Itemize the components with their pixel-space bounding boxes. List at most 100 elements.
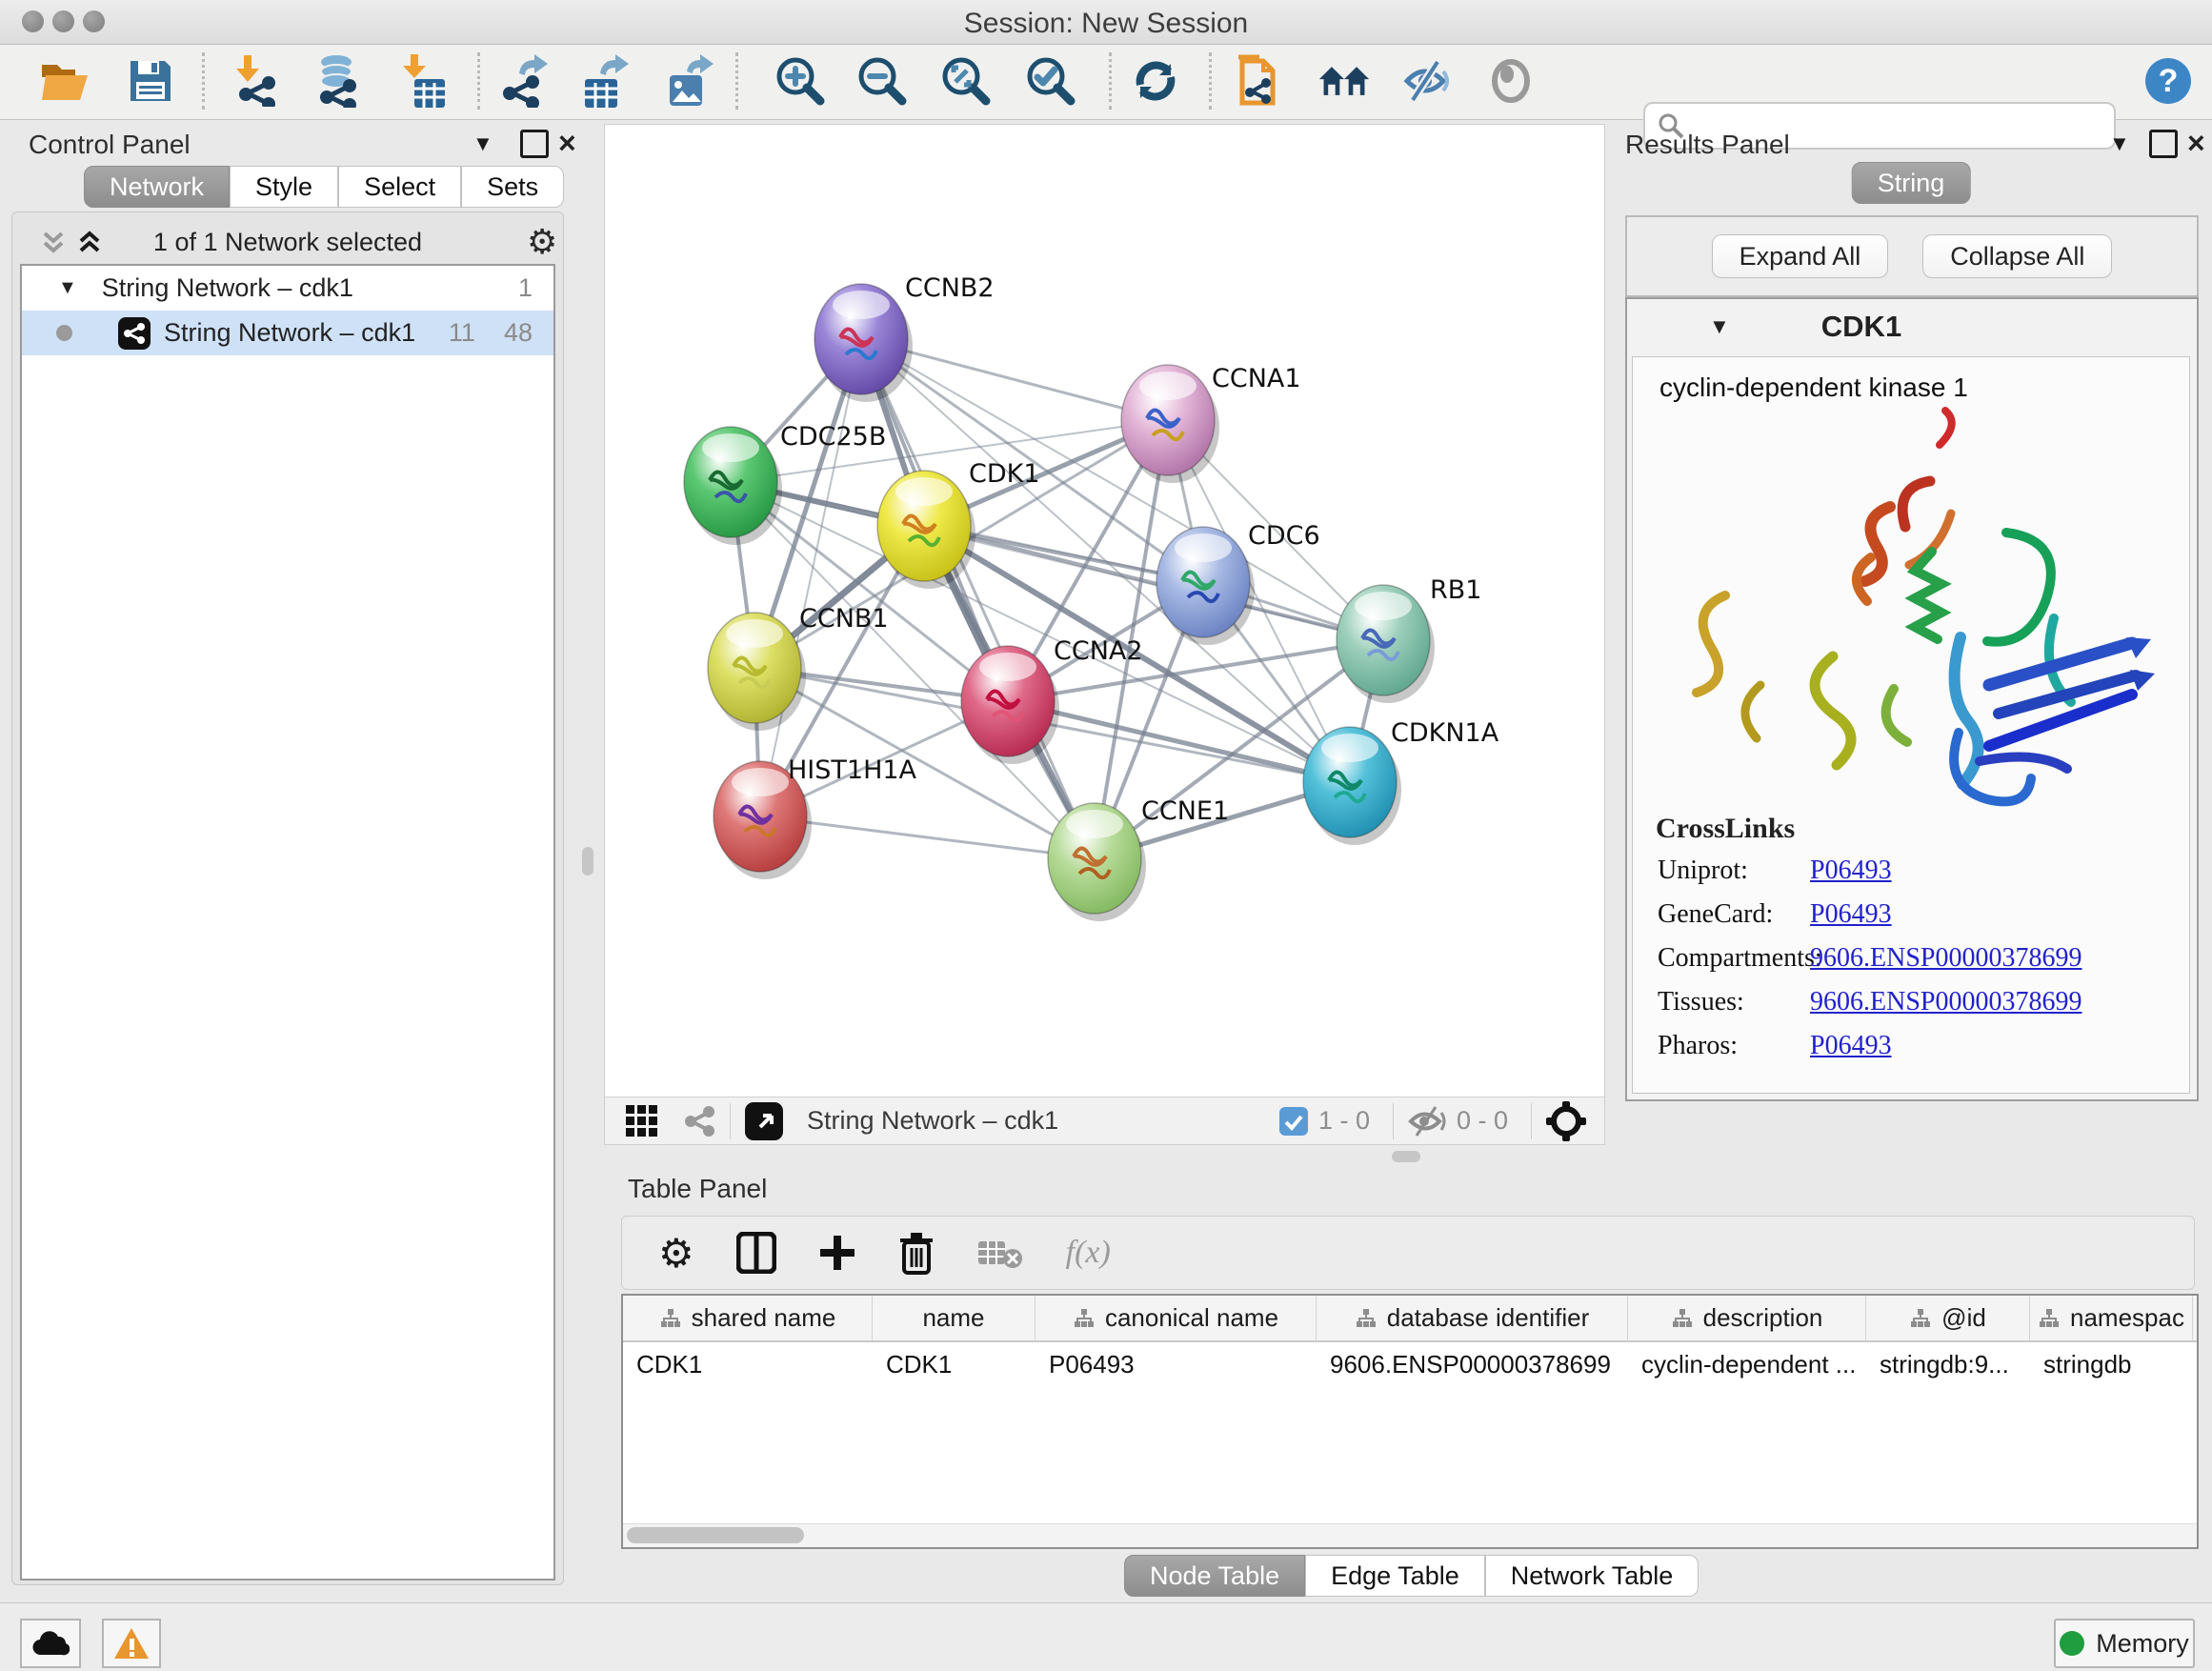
network-options-gear-icon[interactable]: ⚙ (527, 222, 557, 262)
birdseye-grid-icon[interactable] (626, 1105, 657, 1137)
results-button-box: Expand All Collapse All (1625, 215, 2199, 297)
network-node-CCNE1[interactable]: CCNE1 (1048, 796, 1229, 921)
hide-unhide-icon[interactable] (1401, 54, 1455, 108)
help-icon[interactable]: ? (2142, 54, 2195, 108)
results-panel-maximize-icon[interactable] (2149, 130, 2178, 158)
crosslink-value-link[interactable]: P06493 (1810, 849, 1892, 893)
selected-checkbox-icon[interactable] (1278, 1106, 1309, 1137)
crosslink-value-link[interactable]: P06493 (1810, 1024, 1892, 1068)
network-node-CDKN1A[interactable]: CDKN1A (1303, 718, 1499, 845)
crosslink-value-link[interactable]: P06493 (1810, 893, 1892, 936)
network-collection-row[interactable]: ▼ String Network – cdk1 1 (22, 266, 553, 311)
node-table: shared namenamecanonical namedatabase id… (621, 1294, 2199, 1549)
column-namespace-icon (1671, 1307, 1694, 1330)
table-type-tabs: Node TableEdge TableNetwork Table (1124, 1555, 1699, 1597)
tab-select[interactable]: Select (338, 166, 461, 208)
node-label-CDK1: CDK1 (969, 459, 1040, 489)
network-node-CCNB1[interactable]: CCNB1 (708, 604, 889, 731)
control-panel-maximize-icon[interactable] (520, 130, 549, 158)
scrollbar-thumb[interactable] (627, 1527, 804, 1543)
zoom-selected-icon[interactable] (1024, 54, 1077, 108)
table-horizontal-scrollbar[interactable] (623, 1523, 2197, 1547)
export-image-icon[interactable] (663, 54, 716, 108)
tab-string[interactable]: String (1852, 162, 1971, 204)
cell-canonical-name[interactable]: P06493 (1036, 1342, 1317, 1386)
import-network-from-database-icon[interactable] (311, 54, 364, 108)
cell-name[interactable]: CDK1 (873, 1342, 1036, 1386)
network-node-HIST1H1A[interactable]: HIST1H1A (714, 755, 917, 879)
node-label-CDKN1A: CDKN1A (1391, 718, 1499, 748)
expand-all-button[interactable]: Expand All (1712, 234, 1889, 278)
delete-column-trash-icon[interactable] (898, 1231, 935, 1275)
column-header-description[interactable]: description (1628, 1296, 1866, 1340)
collection-expand-arrow-icon[interactable]: ▼ (58, 277, 77, 299)
gene-collapse-arrow-icon[interactable]: ▼ (1709, 314, 1730, 339)
results-panel-float-icon[interactable]: ▼ (2109, 131, 2130, 156)
tab-sets[interactable]: Sets (461, 166, 564, 208)
toolbar-separator (735, 52, 738, 110)
hidden-counts: 0 - 0 (1457, 1106, 1508, 1136)
network-row-selected[interactable]: String Network – cdk1 11 48 (22, 311, 553, 355)
import-table-from-file-icon[interactable] (398, 54, 452, 108)
network-canvas[interactable]: CCNB2CCNA1CDC25BCDK1CDC6RB1CCNB1CCNA2CDK… (605, 125, 1604, 1097)
crosslinks-list: Uniprot:P06493GeneCard:P06493Compartment… (1633, 849, 2189, 1068)
left-splitter-handle[interactable] (582, 847, 593, 876)
network-node-CDC6[interactable]: CDC6 (1156, 521, 1320, 645)
column-header-database-identifier[interactable]: database identifier (1317, 1296, 1628, 1340)
table-options-gear-icon[interactable]: ⚙ (658, 1230, 694, 1277)
column-header-@id[interactable]: @id (1866, 1296, 2030, 1340)
export-table-icon[interactable] (578, 54, 632, 108)
column-label: namespac (2070, 1303, 2184, 1333)
column-header-canonical-name[interactable]: canonical name (1036, 1296, 1317, 1340)
memory-button[interactable]: Memory (2054, 1619, 2195, 1668)
string-document-icon[interactable] (1233, 54, 1286, 108)
network-node-RB1[interactable]: RB1 (1337, 575, 1481, 703)
cloud-button[interactable] (20, 1619, 81, 1668)
tab-network[interactable]: Network (84, 166, 230, 208)
cell-@id[interactable]: stringdb:9... (1866, 1342, 2030, 1386)
bottom-splitter-handle[interactable] (1392, 1151, 1420, 1162)
zoom-in-icon[interactable] (774, 54, 827, 108)
status-bar: Memory (0, 1602, 2212, 1671)
memory-status-dot-icon (2060, 1631, 2084, 1656)
network-edge-CCNB2-HIST1H1A[interactable] (760, 339, 861, 816)
column-header-shared-name[interactable]: shared name (623, 1296, 873, 1340)
toolbar-separator (202, 52, 205, 110)
network-node-CDK1[interactable]: CDK1 (877, 459, 1040, 589)
collapse-all-button[interactable]: Collapse All (1922, 234, 2112, 278)
crosslink-value-link[interactable]: 9606.ENSP00000378699 (1810, 980, 2081, 1024)
zoom-out-icon[interactable] (855, 54, 909, 108)
import-network-from-file-icon[interactable] (231, 54, 285, 108)
network-node-CCNB2[interactable]: CCNB2 (814, 273, 995, 402)
home-networks-icon[interactable] (1317, 54, 1371, 108)
open-in-window-icon[interactable] (744, 1101, 784, 1141)
network-node-CCNA2[interactable]: CCNA2 (961, 636, 1143, 764)
control-panel-float-icon[interactable]: ▼ (473, 131, 493, 156)
control-panel-close-icon[interactable]: × (558, 126, 576, 161)
zoom-fit-icon[interactable] (939, 54, 993, 108)
cell-database-identifier[interactable]: 9606.ENSP00000378699 (1317, 1342, 1628, 1386)
tab-style[interactable]: Style (230, 166, 338, 208)
refresh-icon[interactable] (1129, 54, 1182, 108)
tab-node-table[interactable]: Node Table (1124, 1555, 1305, 1597)
share-network-icon[interactable] (682, 1104, 716, 1138)
tab-edge-table[interactable]: Edge Table (1305, 1555, 1485, 1597)
export-network-icon[interactable] (498, 54, 552, 108)
table-row[interactable]: CDK1CDK1P064939606.ENSP00000378699cyclin… (623, 1342, 2197, 1386)
cell-shared-name[interactable]: CDK1 (623, 1342, 873, 1386)
save-session-icon[interactable] (124, 54, 177, 108)
show-columns-icon[interactable] (736, 1232, 776, 1274)
crosslink-value-link[interactable]: 9606.ENSP00000378699 (1810, 936, 2081, 980)
column-header-name[interactable]: name (873, 1296, 1036, 1340)
warning-button[interactable] (102, 1619, 161, 1668)
create-column-plus-icon[interactable] (818, 1234, 856, 1272)
tab-network-table[interactable]: Network Table (1485, 1555, 1699, 1597)
fit-content-crosshair-icon[interactable] (1545, 1100, 1587, 1142)
column-header-namespac[interactable]: namespac (2030, 1296, 2193, 1340)
results-panel-close-icon[interactable]: × (2187, 126, 2205, 161)
gene-section-header[interactable]: ▼ CDK1 (1627, 299, 2197, 354)
cell-description[interactable]: cyclin-dependent ... (1628, 1342, 1866, 1386)
open-file-icon[interactable] (38, 54, 91, 108)
cell-namespac[interactable]: stringdb (2030, 1342, 2193, 1386)
network-edge-count: 48 (504, 318, 533, 348)
